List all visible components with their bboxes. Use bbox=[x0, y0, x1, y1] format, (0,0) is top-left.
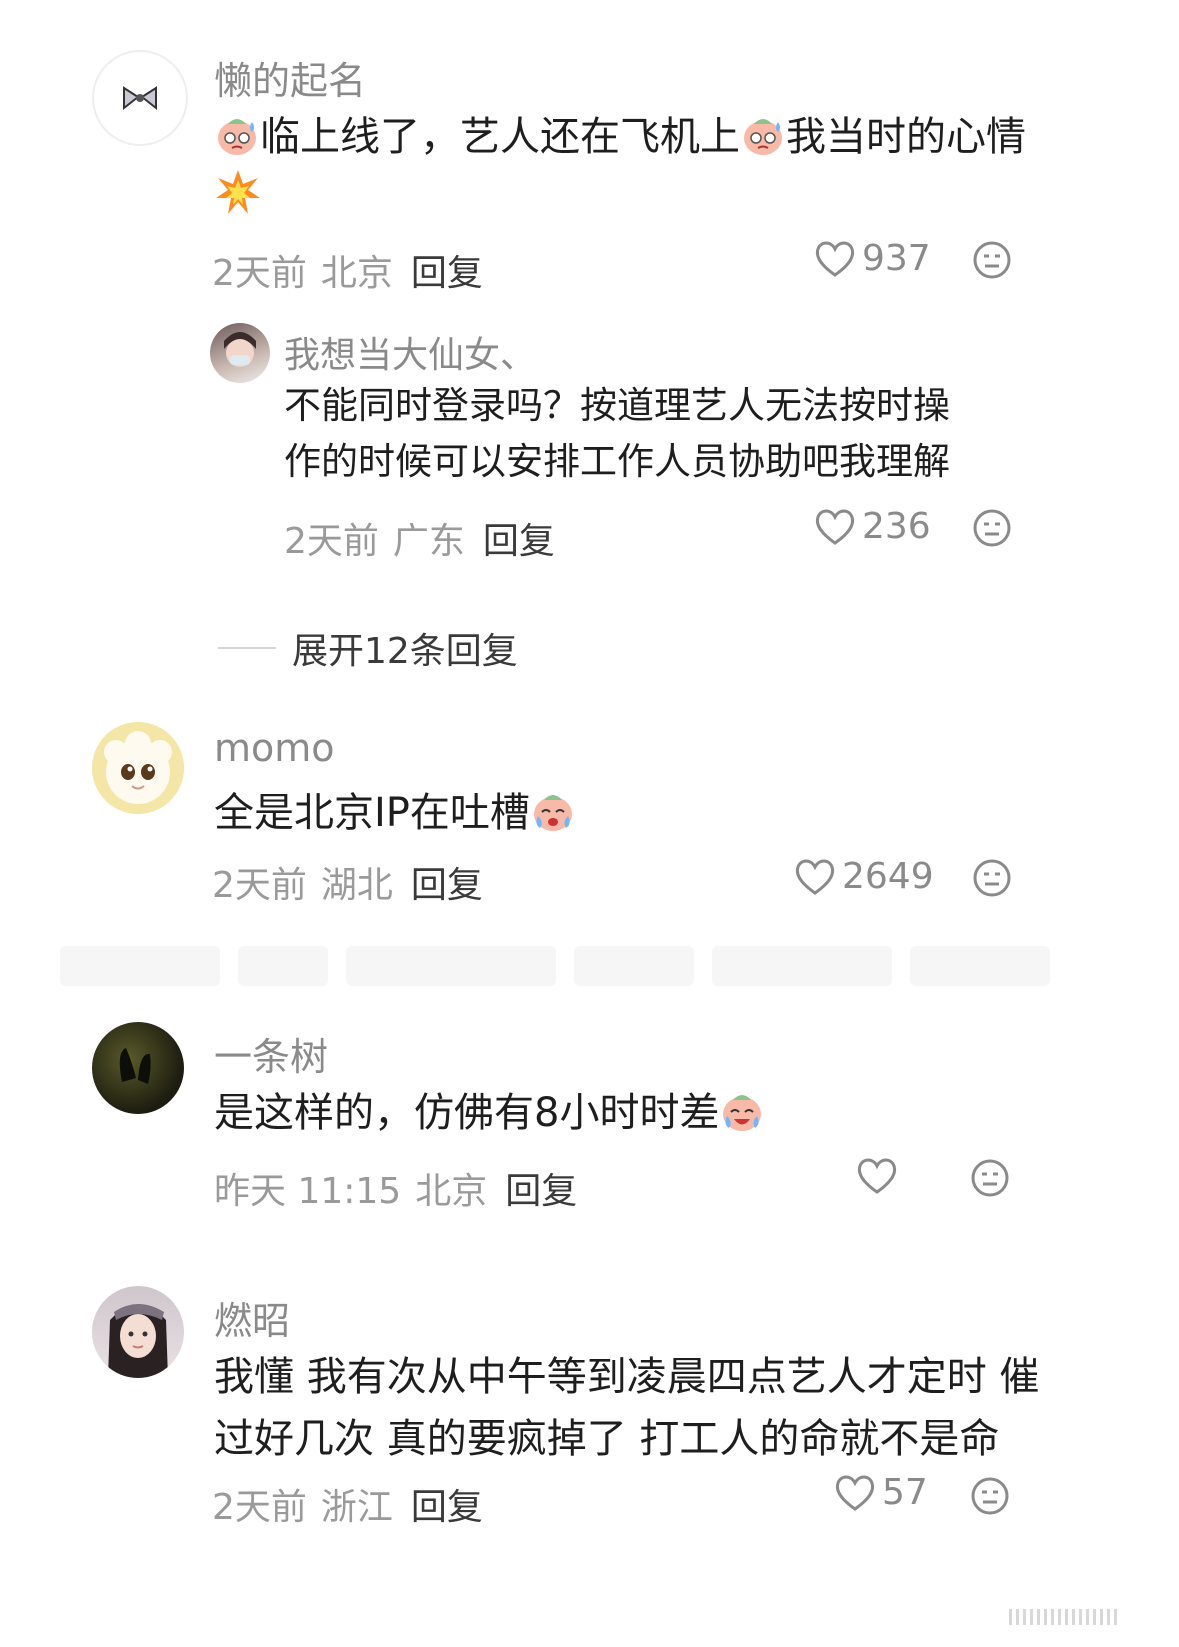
timestamp: 2天前 bbox=[212, 865, 307, 906]
crying-face-emoji bbox=[533, 795, 572, 831]
expand-replies-button[interactable]: 展开12条回复 bbox=[218, 622, 518, 674]
avatar[interactable] bbox=[92, 1286, 184, 1378]
reply-text-line: 不能同时登录吗？按道理艺人无法按时操 bbox=[284, 384, 950, 427]
heart-icon bbox=[795, 859, 835, 895]
timestamp: 2天前 bbox=[284, 521, 379, 562]
explosion-emoji bbox=[216, 170, 260, 214]
like-count: 57 bbox=[882, 1472, 928, 1513]
location: 广东 bbox=[392, 521, 465, 562]
faded-background-row bbox=[60, 930, 1110, 1002]
reply-button[interactable]: 回复 bbox=[411, 1487, 483, 1528]
timestamp: 2天前 bbox=[212, 1487, 307, 1528]
sweat-face-emoji bbox=[744, 119, 782, 155]
dislike-face-icon[interactable] bbox=[972, 508, 1012, 548]
comment-text: 我懂 我有次从中午等到凌晨四点艺人才定时 催 过好几次 真的要疯掉了 打工人的命… bbox=[214, 1346, 1039, 1470]
watermark-strip bbox=[1009, 1609, 1117, 1625]
dislike-face-icon[interactable] bbox=[970, 1158, 1010, 1198]
reply-meta: 2天前 广东 回复 bbox=[284, 512, 555, 564]
comment-text-part: 是这样的，仿佛有8小时时差 bbox=[214, 1090, 720, 1136]
reply-button[interactable]: 回复 bbox=[505, 1171, 577, 1212]
username[interactable]: 一条树 bbox=[214, 1026, 328, 1081]
dislike-face-icon[interactable] bbox=[972, 858, 1012, 898]
reply-button[interactable]: 回复 bbox=[483, 521, 555, 562]
location: 浙江 bbox=[320, 1487, 393, 1528]
location: 北京 bbox=[320, 253, 393, 294]
location: 北京 bbox=[415, 1171, 488, 1212]
like-count: 236 bbox=[862, 506, 931, 547]
reply-button[interactable]: 回复 bbox=[411, 253, 483, 294]
comment-text: 全是北京IP在吐槽 bbox=[214, 782, 576, 844]
expand-replies-label: 展开12条回复 bbox=[292, 631, 518, 672]
timestamp: 2天前 bbox=[212, 253, 307, 294]
reply-text-line: 作的时候可以安排工作人员协助吧我理解 bbox=[284, 440, 950, 483]
like-button[interactable]: 937 bbox=[814, 238, 931, 279]
username[interactable]: 懒的起名 bbox=[214, 50, 366, 105]
like-button[interactable] bbox=[856, 1156, 904, 1196]
comment-meta: 昨天 11:15 北京 回复 bbox=[214, 1162, 577, 1214]
username[interactable]: momo bbox=[214, 726, 335, 770]
heart-icon bbox=[857, 1158, 897, 1194]
timestamp: 昨天 11:15 bbox=[214, 1171, 402, 1212]
avatar[interactable] bbox=[92, 1022, 184, 1114]
avatar-photo bbox=[224, 332, 256, 367]
heart-icon bbox=[815, 241, 855, 277]
comment-meta: 2天前 湖北 回复 bbox=[212, 856, 483, 908]
reply-text: 不能同时登录吗？按道理艺人无法按时操 作的时候可以安排工作人员协助吧我理解 bbox=[284, 378, 950, 490]
reply-button[interactable]: 回复 bbox=[411, 865, 483, 906]
like-button[interactable]: 2649 bbox=[794, 856, 934, 897]
dislike-face-icon[interactable] bbox=[972, 240, 1012, 280]
avatar[interactable] bbox=[92, 50, 188, 146]
comment-text-line: 我懂 我有次从中午等到凌晨四点艺人才定时 催 bbox=[214, 1354, 1040, 1400]
comment-text-line: 过好几次 真的要疯掉了 打工人的命就不是命 bbox=[214, 1416, 1000, 1462]
heart-icon bbox=[835, 1475, 875, 1511]
comment-meta: 2天前 浙江 回复 bbox=[212, 1478, 483, 1530]
avatar-photo bbox=[119, 1048, 151, 1084]
comment-text-part: 全是北京IP在吐槽 bbox=[214, 790, 530, 836]
divider bbox=[218, 647, 276, 649]
like-count: 937 bbox=[862, 238, 931, 279]
bow-icon bbox=[123, 86, 157, 111]
like-button[interactable]: 236 bbox=[814, 506, 931, 547]
dislike-face-icon[interactable] bbox=[970, 1476, 1010, 1516]
sweat-face-emoji bbox=[218, 119, 256, 155]
comment-text: 是这样的，仿佛有8小时时差 bbox=[214, 1082, 765, 1144]
avatar[interactable] bbox=[92, 722, 184, 814]
location: 湖北 bbox=[320, 865, 393, 906]
username[interactable]: 燃昭 bbox=[214, 1290, 290, 1345]
like-button[interactable]: 57 bbox=[834, 1472, 928, 1513]
comment-text-part: 我当时的心情 bbox=[786, 114, 1026, 160]
avatar-photo bbox=[108, 1304, 168, 1378]
heart-icon bbox=[815, 509, 855, 545]
comment-text-part: 临上线了，艺人还在飞机上 bbox=[260, 114, 740, 160]
sheep-avatar-icon bbox=[92, 722, 184, 814]
laughing-tears-emoji bbox=[723, 1095, 762, 1131]
reply-username[interactable]: 我想当大仙女、 bbox=[284, 326, 536, 378]
reply-avatar[interactable] bbox=[210, 323, 270, 383]
like-count: 2649 bbox=[842, 856, 934, 897]
comment-meta: 2天前 北京 回复 bbox=[212, 244, 483, 296]
comment-text: 临上线了，艺人还在飞机上 我当时的心情 bbox=[214, 106, 1026, 168]
